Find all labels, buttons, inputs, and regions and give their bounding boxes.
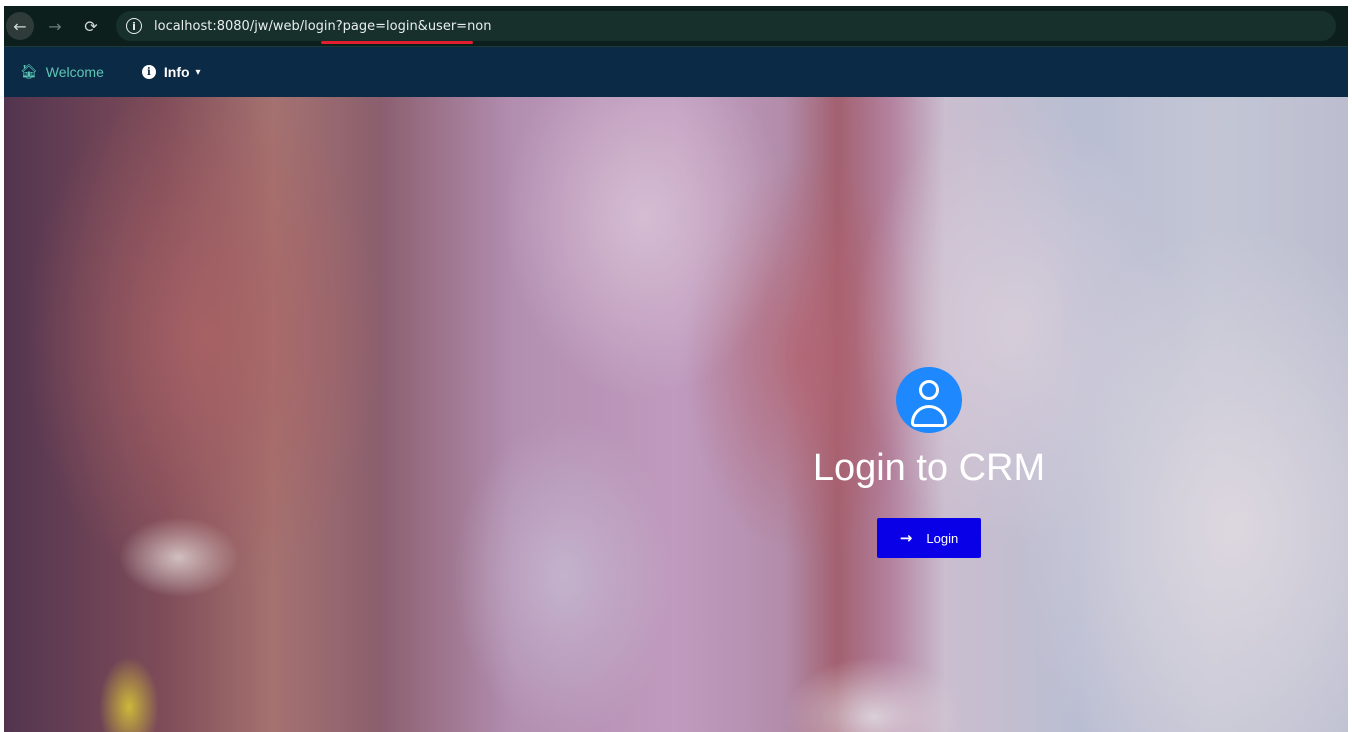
- login-panel: Login to CRM → Login: [759, 367, 1099, 558]
- back-arrow-icon[interactable]: ←: [6, 12, 34, 40]
- address-bar[interactable]: i localhost:8080/jw/web/login?page=login…: [116, 11, 1336, 41]
- app-navbar: 🏠︎ Welcome i Info ▾: [4, 47, 1348, 97]
- login-title: Login to CRM: [812, 447, 1046, 489]
- reload-icon[interactable]: ⟳: [76, 11, 106, 41]
- avatar-head: [919, 380, 939, 400]
- hero-overlay: [4, 97, 1348, 732]
- login-button[interactable]: → Login: [877, 518, 981, 558]
- user-avatar-icon: [896, 367, 962, 433]
- forward-arrow-icon[interactable]: →: [40, 11, 70, 41]
- nav-welcome-label: Welcome: [45, 64, 104, 80]
- nav-info-dropdown[interactable]: i Info ▾: [141, 64, 201, 80]
- url-text[interactable]: localhost:8080/jw/web/login?page=login&u…: [154, 19, 492, 34]
- home-icon: 🏠︎: [20, 64, 38, 80]
- browser-toolbar: ← → ⟳ i localhost:8080/jw/web/login?page…: [4, 6, 1348, 47]
- avatar-body: [911, 405, 947, 427]
- chevron-down-icon: ▾: [195, 66, 201, 78]
- browser-window: ← → ⟳ i localhost:8080/jw/web/login?page…: [4, 6, 1348, 732]
- login-button-label: Login: [926, 530, 959, 546]
- site-info-icon[interactable]: i: [126, 18, 142, 34]
- arrow-right-icon: →: [899, 529, 913, 547]
- nav-welcome-link[interactable]: 🏠︎ Welcome: [20, 64, 104, 80]
- hero-background: Login to CRM → Login: [4, 97, 1348, 732]
- info-circle-icon: i: [141, 65, 156, 79]
- nav-info-label: Info: [163, 64, 190, 80]
- url-highlight-underline: [321, 41, 473, 44]
